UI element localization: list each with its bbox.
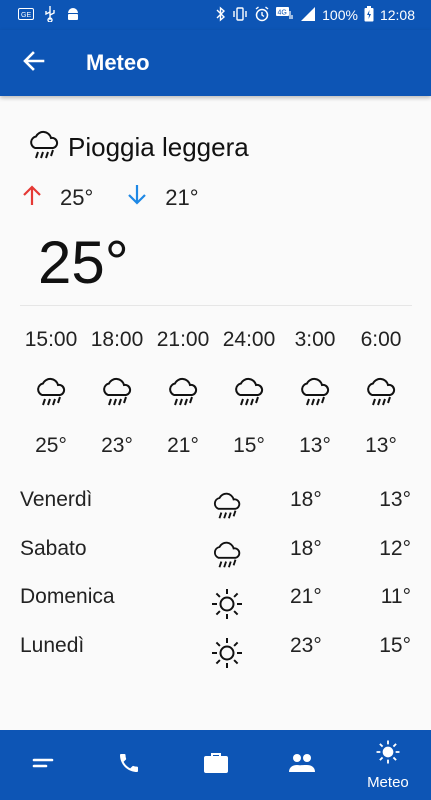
high-low: 25° 21° (22, 184, 199, 212)
alarm-icon (254, 5, 270, 25)
rain-cloud-icon (99, 372, 135, 412)
day-min: 13° (379, 488, 411, 511)
rain-cloud-icon (33, 372, 69, 412)
bottom-navigation: Meteo (0, 730, 431, 800)
arrow-left-icon (23, 50, 45, 77)
signal-icon (300, 6, 316, 24)
hour-temp: 15° (233, 434, 265, 457)
nav-contacts[interactable] (259, 730, 345, 800)
arrow-down-icon (127, 184, 147, 212)
day-max: 18° (290, 488, 322, 511)
rain-cloud-icon (297, 372, 333, 412)
daily-row: Sabato 18° 12° (0, 527, 431, 576)
daily-row: Venerdì 18° 13° (0, 478, 431, 527)
battery-percent: 100% (322, 7, 358, 23)
day-min: 12° (379, 536, 411, 560)
battery-icon (364, 5, 374, 25)
hourly-item: 21:00 21° (150, 324, 216, 458)
sim-icon: GE (18, 7, 34, 23)
app-bar: Meteo (0, 30, 431, 96)
sun-icon (210, 587, 244, 626)
hour-temp: 13° (365, 434, 397, 457)
hourly-item: 24:00 15° (216, 324, 282, 458)
hourly-item: 15:00 25° (18, 324, 84, 458)
nav-meteo-label: Meteo (367, 774, 409, 791)
temp-min: 21° (165, 185, 199, 210)
current-condition: Pioggia leggera (26, 128, 249, 167)
day-max: 18° (290, 536, 322, 560)
rain-cloud-icon (210, 490, 244, 527)
nav-phone[interactable] (86, 730, 172, 800)
hour-time: 15:00 (24, 328, 78, 351)
4g-icon: 4G (276, 6, 294, 24)
page-title: Meteo (86, 50, 150, 75)
bluetooth-icon (216, 5, 226, 25)
sun-icon (375, 739, 401, 770)
svg-text:GE: GE (21, 12, 31, 19)
arrow-up-icon (22, 184, 42, 212)
hour-temp: 13° (299, 434, 331, 457)
vibrate-icon (232, 6, 248, 24)
rain-cloud-icon (165, 372, 201, 412)
usb-icon (44, 5, 56, 25)
status-bar: GE 4G 100% 12:08 (0, 0, 431, 30)
hourly-item: 6:00 13° (348, 324, 414, 458)
hour-time: 6:00 (360, 328, 402, 351)
status-time: 12:08 (379, 7, 415, 23)
day-name: Domenica (20, 585, 115, 608)
rain-cloud-icon (231, 372, 267, 412)
hour-temp: 23° (101, 434, 133, 457)
day-min: 11° (380, 585, 411, 608)
nav-menu[interactable] (0, 730, 86, 800)
hourly-forecast: 15:00 25° 18:00 23° 21:00 21° 24:00 15° … (18, 324, 414, 458)
current-temperature: 25° (38, 229, 129, 296)
day-name: Lunedì (20, 633, 85, 657)
day-name: Sabato (20, 536, 87, 560)
temp-max: 25° (60, 185, 94, 210)
condition-text: Pioggia leggera (68, 132, 249, 162)
hour-time: 21:00 (156, 328, 210, 351)
daily-row: Lunedì 23° 15° (0, 624, 431, 673)
daily-forecast: Venerdì 18° 13° Sabato 18° 12° Domenica … (0, 478, 431, 672)
menu-icon (32, 756, 54, 775)
android-icon (66, 7, 80, 24)
rain-cloud-icon (26, 128, 62, 167)
rain-cloud-icon (210, 539, 244, 576)
hour-temp: 25° (35, 434, 67, 457)
hour-time: 18:00 (90, 328, 144, 351)
phone-icon (117, 751, 141, 780)
hour-time: 3:00 (294, 328, 336, 351)
daily-row: Domenica 21° 11° (0, 575, 431, 624)
nav-work[interactable] (172, 730, 258, 800)
hourly-item: 18:00 23° (84, 324, 150, 458)
briefcase-icon (203, 751, 229, 780)
day-max: 23° (290, 633, 322, 657)
sun-icon (210, 636, 244, 675)
back-button[interactable] (4, 30, 64, 96)
hour-temp: 21° (167, 434, 199, 457)
rain-cloud-icon (363, 372, 399, 412)
divider (20, 305, 412, 306)
people-icon (288, 753, 316, 778)
nav-meteo[interactable]: Meteo (345, 730, 431, 800)
hourly-item: 3:00 13° (282, 324, 348, 458)
day-max: 21° (290, 585, 322, 608)
svg-text:4G: 4G (278, 9, 287, 16)
day-min: 15° (379, 633, 411, 657)
day-name: Venerdì (20, 488, 93, 511)
hour-time: 24:00 (222, 328, 276, 351)
